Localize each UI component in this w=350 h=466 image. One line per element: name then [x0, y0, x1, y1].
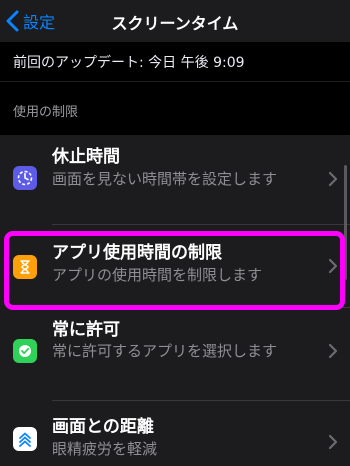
hourglass-icon — [13, 255, 37, 279]
always-allowed-title: 常に許可 — [52, 320, 120, 340]
app-limits-title: アプリ使用時間の制限 — [52, 243, 222, 263]
navigation-bar: 設定 スクリーンタイム — [0, 0, 350, 42]
downtime-icon — [13, 166, 37, 190]
always-allowed-icon — [13, 339, 37, 363]
row-separator — [52, 307, 350, 308]
always-allowed-subtitle: 常に許可するアプリを選択します — [52, 342, 278, 360]
chevron-right-icon — [328, 434, 338, 450]
downtime-title: 休止時間 — [52, 147, 120, 167]
downtime-row[interactable]: 休止時間 画面を見ない時間帯を設定します — [0, 135, 350, 222]
downtime-subtitle: 画面を見ない時間帯を設定します — [52, 170, 278, 188]
screen-distance-row[interactable]: 画面との距離 眼精疲労を軽減 — [0, 402, 350, 466]
limits-list: 休止時間 画面を見ない時間帯を設定します アプリ使用時間の制限 アプリの使用時間… — [0, 135, 350, 466]
section-header: 使用の制限 — [13, 105, 79, 120]
scrollbar[interactable] — [344, 165, 347, 280]
chevron-right-icon — [328, 343, 338, 359]
screen-distance-title: 画面との距離 — [52, 417, 154, 437]
always-allowed-row[interactable]: 常に許可 常に許可するアプリを選択します — [0, 309, 350, 395]
chevron-right-icon — [328, 258, 338, 274]
screen-distance-subtitle: 眼精疲労を軽減 — [52, 440, 158, 458]
row-separator — [52, 224, 350, 225]
screen-distance-icon — [13, 427, 37, 451]
app-limits-row[interactable]: アプリ使用時間の制限 アプリの使用時間を制限します — [0, 226, 350, 308]
last-update-bar: 前回のアップデート: 今日 午後 9:09 — [0, 42, 350, 82]
page-title: スクリーンタイム — [111, 14, 239, 33]
last-update-text: 前回のアップデート: 今日 午後 9:09 — [13, 55, 245, 71]
row-separator — [52, 400, 350, 401]
chevron-right-icon — [328, 171, 338, 187]
app-limits-subtitle: アプリの使用時間を制限します — [52, 266, 263, 284]
